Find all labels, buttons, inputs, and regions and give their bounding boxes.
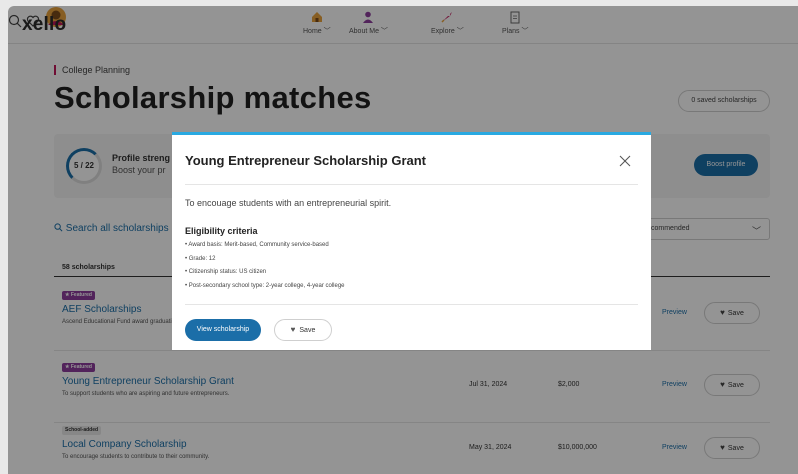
list-item: • Post-secondary school type: 2-year col… [185,282,345,289]
close-icon[interactable] [619,155,631,167]
list-item: • Award basis: Merit-based, Community se… [185,242,329,248]
save-label: Save [299,327,316,334]
eligibility-heading: Eligibility criteria [185,226,258,236]
modal-save-button[interactable]: ♥ Save [274,319,332,341]
scholarship-modal: Young Entrepreneur Scholarship Grant To … [172,132,651,350]
modal-description: To encouage students with an entrepreneu… [185,198,392,208]
app-frame: xello Home ﹀ About Me ﹀ Explore ﹀ Plans … [8,6,798,474]
heart-icon: ♥ [290,325,296,334]
list-item: • Grade: 12 [185,255,216,262]
modal-title: Young Entrepreneur Scholarship Grant [185,153,427,168]
divider [185,304,638,305]
divider [185,184,638,185]
list-item: • Citizenship status: US citizen [185,269,267,275]
eligibility-list: • Award basis: Merit-based, Community se… [185,241,345,295]
view-scholarship-button[interactable]: View scholarship [185,319,261,341]
